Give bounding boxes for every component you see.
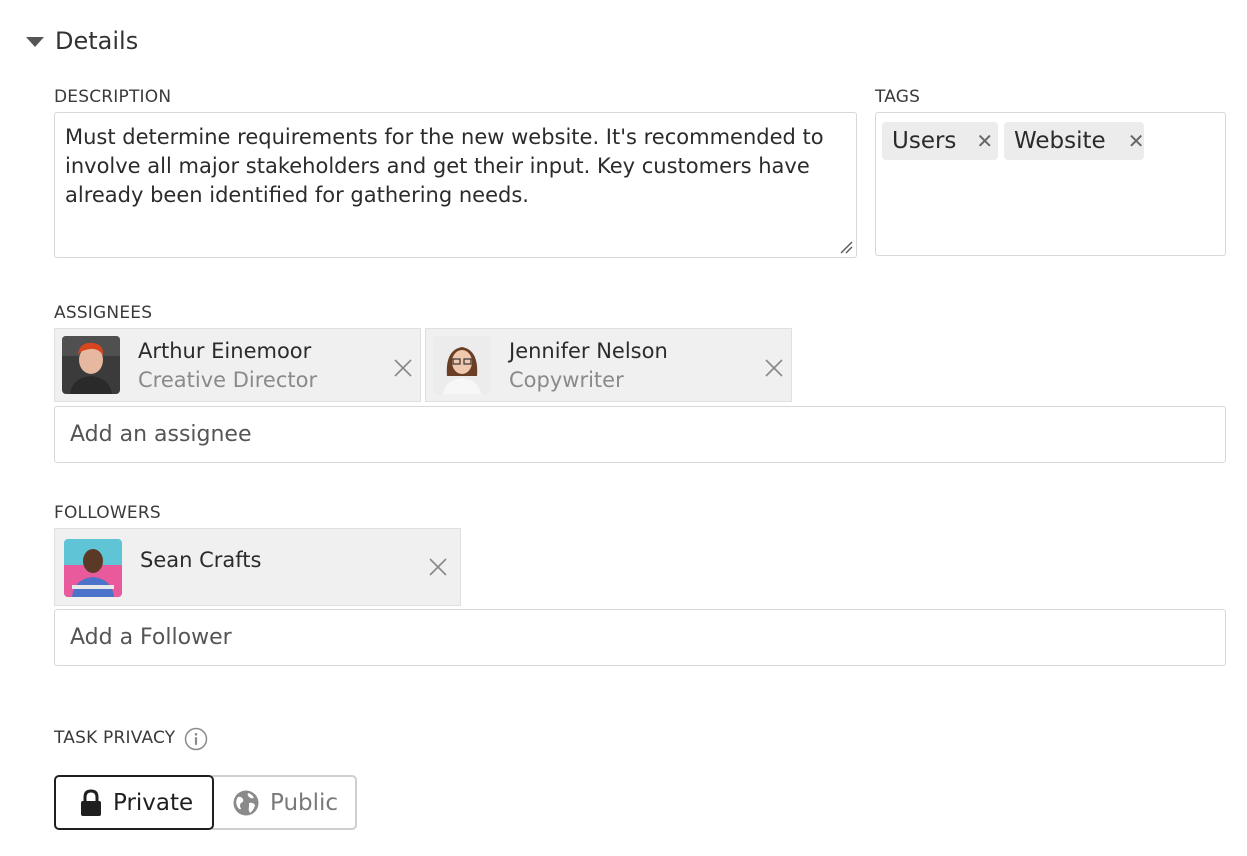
assignees-label: ASSIGNEES (54, 303, 153, 323)
add-follower-input[interactable] (54, 609, 1226, 666)
section-title: Details (55, 27, 139, 55)
followers-label: FOLLOWERS (54, 503, 161, 523)
description-textarea[interactable]: Must determine requirements for the new … (54, 112, 857, 258)
privacy-option-label: Private (113, 789, 194, 816)
assignee-name: Jennifer Nelson (509, 339, 668, 363)
add-assignee-input[interactable] (54, 406, 1226, 463)
info-icon[interactable] (184, 727, 208, 751)
tag-label: Users (892, 128, 957, 154)
tag-users: Users ✕ (882, 122, 998, 160)
task-privacy-label: TASK PRIVACY (54, 728, 176, 748)
resize-handle-icon[interactable] (839, 240, 853, 254)
tags-label: TAGS (875, 87, 921, 107)
avatar (64, 539, 122, 597)
assignee-role: Creative Director (138, 368, 318, 392)
follower-chip: Sean Crafts (54, 528, 461, 606)
globe-icon (233, 790, 259, 815)
assignee-chip: Arthur Einemoor Creative Director (54, 328, 421, 402)
tags-field[interactable]: Users ✕ Website ✕ (875, 112, 1226, 256)
lock-icon (81, 788, 101, 816)
caret-down-icon (26, 37, 44, 47)
privacy-option-label: Public (270, 789, 339, 816)
close-icon[interactable]: ✕ (976, 129, 993, 153)
assignee-name: Arthur Einemoor (138, 339, 312, 363)
close-icon[interactable] (428, 557, 448, 577)
follower-name: Sean Crafts (140, 548, 262, 572)
details-section-toggle[interactable]: Details (26, 24, 138, 58)
assignee-chip: Jennifer Nelson Copywriter (425, 328, 792, 402)
description-label: DESCRIPTION (54, 87, 172, 107)
privacy-public-button[interactable]: Public (212, 775, 357, 830)
avatar (62, 336, 120, 394)
tag-label: Website (1014, 128, 1106, 154)
assignee-role: Copywriter (509, 368, 624, 392)
close-icon[interactable]: ✕ (1128, 129, 1145, 153)
privacy-private-button[interactable]: Private (54, 775, 214, 830)
close-icon[interactable] (764, 358, 784, 378)
tag-website: Website ✕ (1004, 122, 1144, 160)
avatar (433, 336, 491, 394)
close-icon[interactable] (393, 358, 413, 378)
